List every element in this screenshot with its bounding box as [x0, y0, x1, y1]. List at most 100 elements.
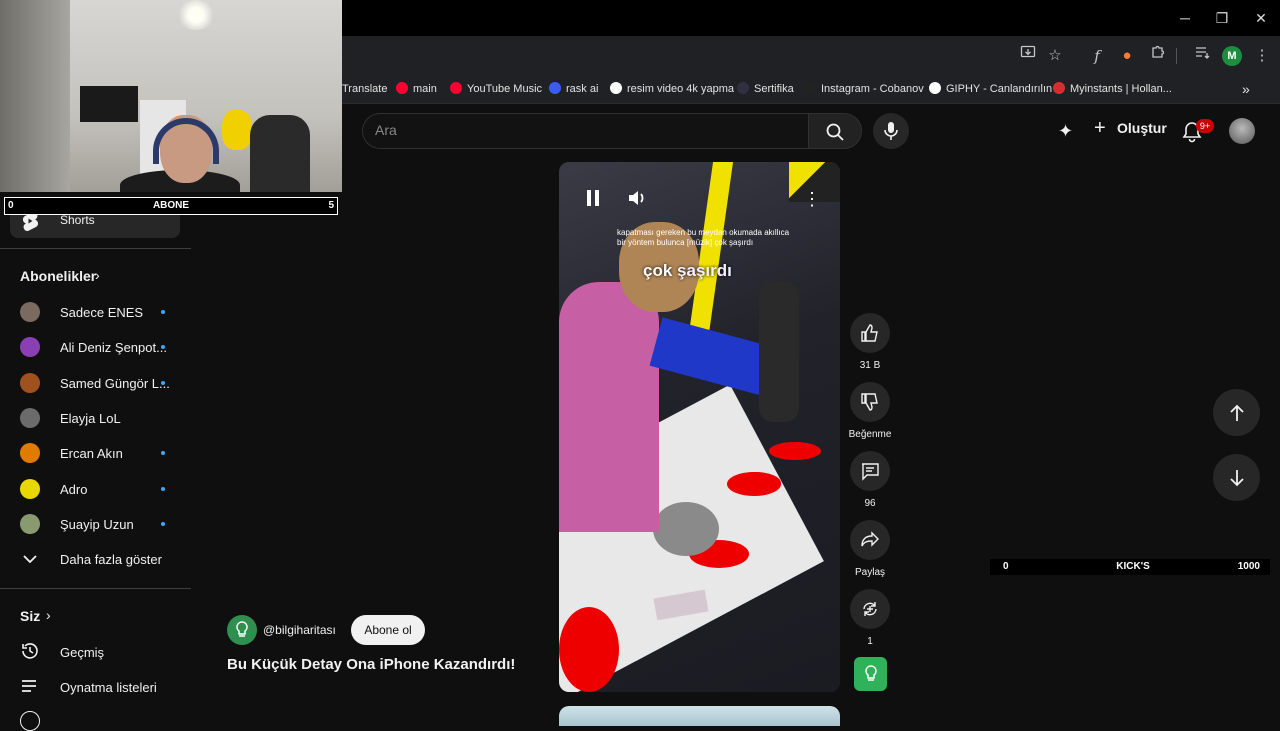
- short-title[interactable]: Bu Küçük Detay Ona iPhone Kazandırdı!: [227, 656, 515, 673]
- bookmark-item[interactable]: resim video 4k yapma: [610, 78, 734, 100]
- subscribe-button[interactable]: Abone ol: [351, 615, 425, 645]
- channel-avatar: [20, 407, 40, 428]
- channel-avatar: [20, 372, 40, 393]
- short-video-player[interactable]: kapatması gereken bu meydan okumada akıl…: [559, 162, 840, 692]
- bookmark-item[interactable]: Instagram - Cobanov: [804, 78, 924, 100]
- fox-extension-icon[interactable]: ●: [1115, 44, 1139, 68]
- bookmark-item[interactable]: main: [396, 78, 437, 100]
- subscriptions-heading[interactable]: Abonelikler: [20, 268, 96, 284]
- you-heading[interactable]: Siz: [20, 608, 40, 624]
- volume-icon[interactable]: [627, 189, 647, 212]
- sidebar-item-label: Shorts: [60, 213, 95, 227]
- bookmark-item[interactable]: YouTube Music: [450, 78, 542, 100]
- bookmark-label: resim video 4k yapma: [627, 83, 734, 95]
- pause-icon[interactable]: [585, 189, 601, 212]
- metal-plate: [653, 502, 719, 556]
- bookmark-item[interactable]: Translate: [342, 78, 387, 100]
- new-content-dot: [161, 380, 165, 385]
- search-input[interactable]: Ara: [375, 122, 397, 138]
- plus-icon: +: [1094, 117, 1106, 139]
- chrome-menu-icon[interactable]: ⋮: [1250, 44, 1274, 68]
- youtube-avatar[interactable]: [1229, 118, 1255, 144]
- share-button[interactable]: [850, 520, 890, 560]
- bookmark-item[interactable]: Myinstants | Hollan...: [1053, 78, 1172, 100]
- bookmark-label: Myinstants | Hollan...: [1070, 83, 1172, 95]
- sound-thumbnail[interactable]: [854, 657, 887, 691]
- chrome-profile-avatar[interactable]: M: [1222, 46, 1242, 66]
- bookmark-item[interactable]: rask ai: [549, 78, 598, 100]
- subscriber-goal-bar: 0 ABONE 5: [4, 197, 338, 215]
- background-people: [759, 282, 799, 422]
- address-bar[interactable]: [350, 41, 1080, 71]
- more-options-icon[interactable]: ⋮: [803, 189, 821, 210]
- search-button[interactable]: [808, 113, 862, 149]
- new-content-dot: [161, 451, 165, 456]
- coat-rack: [250, 115, 310, 192]
- sidebar-divider: [0, 588, 191, 589]
- search-box[interactable]: [362, 113, 808, 149]
- sidebar-item-channel[interactable]: Ali Deniz Şenpot...: [60, 340, 167, 355]
- video-caption-big: çok şaşırdı: [643, 261, 732, 281]
- sidebar-item-channel[interactable]: Ercan Akın: [60, 446, 123, 461]
- channel-handle[interactable]: @bilgiharitası: [263, 623, 336, 637]
- remix-button[interactable]: [850, 589, 890, 629]
- bookmark-star-icon[interactable]: ☆: [1043, 44, 1067, 68]
- ceiling-light: [176, 0, 216, 30]
- bookmark-label: YouTube Music: [467, 83, 543, 95]
- channel-avatar: [20, 302, 40, 322]
- voice-search-button[interactable]: [873, 113, 909, 149]
- thumbs-up-icon: [861, 324, 878, 342]
- previous-short-button[interactable]: [1213, 389, 1260, 436]
- reading-list-icon[interactable]: [1190, 44, 1214, 68]
- wall-tv: [80, 86, 138, 122]
- sparkle-shorts-icon[interactable]: ✦: [1058, 121, 1080, 141]
- channel-avatar: [20, 337, 40, 358]
- dislike-button[interactable]: [850, 382, 890, 422]
- sidebar-divider: [0, 248, 191, 249]
- bookmark-item[interactable]: GIPHY - Canlandırılın: [929, 78, 1052, 100]
- sidebar-item-channel[interactable]: Şuayip Uzun: [60, 517, 134, 532]
- kick-end-value: 1000: [1237, 561, 1260, 572]
- kick-goal-bar: 0 KICK'S 1000: [990, 559, 1270, 575]
- sidebar-item-history[interactable]: Geçmiş: [60, 645, 104, 660]
- comment-count: 96: [864, 498, 876, 509]
- like-button[interactable]: [850, 313, 890, 353]
- red-circle: [769, 442, 821, 460]
- extensions-puzzle-icon[interactable]: [1146, 44, 1170, 68]
- bookmark-favicon-icon: [804, 82, 816, 94]
- red-circle: [559, 607, 619, 692]
- create-button[interactable]: Oluştur: [1117, 120, 1167, 136]
- more-bookmarks-icon[interactable]: »: [1242, 78, 1250, 100]
- sidebar-item-channel[interactable]: Elayja LoL: [60, 411, 121, 426]
- minimize-button[interactable]: ─: [1170, 6, 1200, 30]
- comments-button[interactable]: [850, 451, 890, 491]
- thumbs-down-icon: [861, 393, 878, 411]
- show-more-button[interactable]: Daha fazla göster: [60, 552, 162, 567]
- chevron-right-icon[interactable]: ›: [95, 267, 100, 283]
- toolbar-divider: [1176, 48, 1177, 64]
- new-content-dot: [161, 310, 165, 314]
- bookmark-label: rask ai: [566, 83, 599, 95]
- chevron-right-icon[interactable]: ›: [46, 607, 51, 623]
- bookmark-item[interactable]: Sertifika: [737, 78, 794, 100]
- goal-end-value: 5: [328, 200, 334, 211]
- bookmark-label: Instagram - Cobanov: [821, 83, 924, 95]
- maximize-button[interactable]: ❐: [1207, 6, 1237, 30]
- lightbulb-icon: [236, 621, 248, 637]
- remix-icon: [863, 602, 877, 616]
- sidebar-item-playlists[interactable]: Oynatma listeleri: [60, 680, 157, 695]
- install-app-icon[interactable]: [1016, 44, 1040, 68]
- bookmark-favicon-icon: [610, 82, 622, 94]
- channel-avatar: [20, 478, 40, 499]
- close-window-button[interactable]: ✕: [1246, 6, 1276, 30]
- formula-extension-icon[interactable]: f: [1085, 44, 1109, 68]
- sidebar-item-channel[interactable]: Samed Güngör L...: [60, 376, 170, 391]
- sidebar-item-channel[interactable]: Adro: [60, 482, 87, 497]
- channel-avatar[interactable]: [227, 615, 257, 645]
- sidebar-item-channel[interactable]: Sadece ENES: [60, 305, 143, 320]
- bookmark-favicon-icon: [737, 82, 749, 94]
- next-short-preview[interactable]: [559, 706, 840, 726]
- channel-avatar: [20, 513, 40, 534]
- next-short-button[interactable]: [1213, 454, 1260, 501]
- history-icon: [20, 641, 40, 666]
